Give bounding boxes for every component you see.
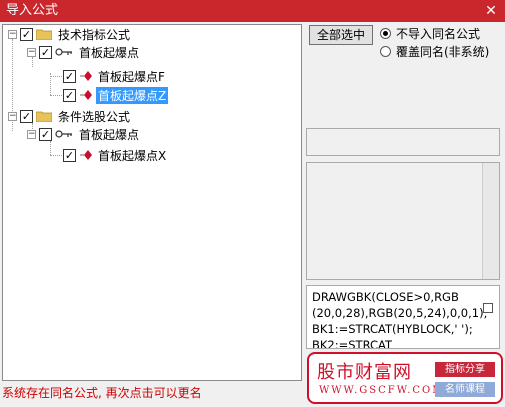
tree-connector (50, 141, 51, 155)
tree-node-formula[interactable]: ✓ 首板起爆点F (63, 67, 167, 85)
tree-node-tech-formulas[interactable]: − ✓ 技术指标公式 (8, 25, 132, 43)
tree-connector (50, 76, 64, 77)
watermark-logo: 股市财富网 WWW.GSCFW.COM 指标分享 名师课程 (307, 352, 503, 404)
formula-tree[interactable]: − ✓ 技术指标公式 − ✓ 首板起爆点 ✓ 首板起爆点F ✓ 首板起爆点Z −… (2, 24, 302, 381)
radio-indicator[interactable] (380, 46, 391, 57)
code-line: BK2:=STRCAT (312, 338, 393, 349)
tree-node-key[interactable]: − ✓ 首板起爆点 (27, 125, 141, 143)
status-message: 系统存在同名公式, 再次点击可以更名 (2, 386, 202, 400)
tree-connector (50, 95, 64, 96)
tree-node-label: 首板起爆点X (98, 148, 167, 163)
tree-node-formula[interactable]: ✓ 首板起爆点X (63, 146, 168, 164)
tree-node-label: 首板起爆点 (79, 45, 140, 60)
folder-icon (36, 111, 52, 122)
code-line: DRAWGBK(CLOSE>0,RGB (312, 290, 459, 304)
radio-indicator[interactable] (380, 28, 391, 39)
tree-node-label: 首板起爆点F (98, 69, 165, 84)
tree-node-label: 首板起爆点Z (96, 86, 169, 104)
radio-no-import[interactable]: 不导入同名公式 (380, 25, 480, 42)
node-checkbox[interactable]: ✓ (63, 148, 76, 162)
radio-label: 不导入同名公式 (396, 27, 481, 41)
folder-icon (36, 29, 52, 40)
expand-toggle[interactable]: − (27, 129, 36, 139)
gem-icon (80, 71, 92, 81)
formula-code-box[interactable]: DRAWGBK(CLOSE>0,RGB (20,0,28),RGB(20,5,2… (306, 285, 500, 349)
node-checkbox[interactable]: ✓ (63, 69, 76, 83)
select-all-button[interactable]: 全部选中 (309, 25, 373, 45)
expand-toggle[interactable]: − (8, 29, 17, 39)
watermark-brand: 股市财富网 (317, 362, 412, 383)
tree-node-label: 技术指标公式 (58, 27, 131, 42)
tree-node-key[interactable]: − ✓ 首板起爆点 (27, 43, 141, 61)
node-checkbox[interactable]: ✓ (20, 27, 33, 41)
gem-icon (80, 150, 92, 160)
watermark-tag: 名师课程 (435, 382, 495, 397)
tree-connector (50, 155, 64, 156)
tree-node-label: 首板起爆点 (79, 127, 140, 142)
close-icon[interactable]: ✕ (483, 0, 499, 22)
expand-toggle[interactable]: − (27, 47, 36, 57)
code-line: (20,0,28),RGB(20,5,24),0,0,1); (312, 306, 488, 320)
tree-node-label: 条件选股公式 (58, 109, 131, 124)
node-checkbox[interactable]: ✓ (20, 109, 33, 123)
watermark-site: WWW.GSCFW.COM (319, 385, 445, 396)
title-bar: 导入公式 ✕ (0, 0, 505, 22)
formula-description-box (306, 162, 500, 280)
code-line: BK1:=STRCAT(HYBLOCK,' '); (312, 322, 473, 336)
key-icon (55, 48, 72, 56)
radio-label: 覆盖同名(非系统) (396, 45, 490, 59)
formula-name-box (306, 128, 500, 156)
tree-node-screening-formulas[interactable]: − ✓ 条件选股公式 (8, 107, 132, 125)
tree-node-formula-selected[interactable]: ✓ 首板起爆点Z (63, 86, 169, 104)
node-checkbox[interactable]: ✓ (39, 127, 52, 141)
expand-toggle[interactable]: − (8, 111, 17, 121)
window-title: 导入公式 (6, 3, 59, 18)
gem-icon (80, 90, 92, 100)
node-checkbox[interactable]: ✓ (39, 45, 52, 59)
key-icon (55, 130, 72, 138)
scrollbar[interactable] (482, 163, 499, 279)
code-checkbox[interactable] (483, 303, 493, 313)
radio-overwrite[interactable]: 覆盖同名(非系统) (380, 43, 489, 60)
watermark-tag: 指标分享 (435, 362, 495, 377)
node-checkbox[interactable]: ✓ (63, 88, 76, 102)
